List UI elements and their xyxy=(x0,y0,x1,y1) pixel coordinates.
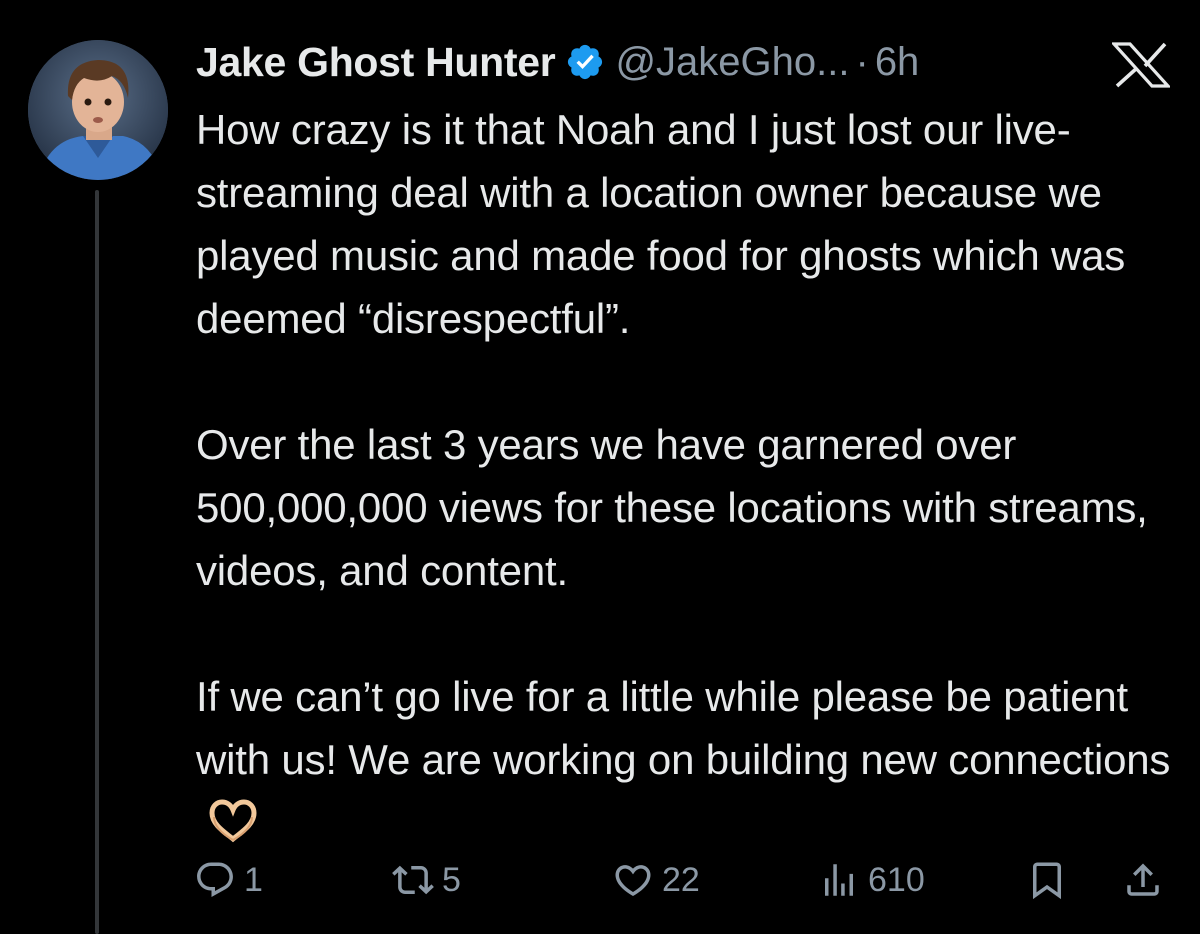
tweet-paragraph-3: If we can’t go live for a little while p… xyxy=(196,673,1171,783)
thread-line xyxy=(95,190,99,934)
x-logo-icon xyxy=(1110,42,1172,88)
bookmark-icon xyxy=(1026,859,1068,901)
bookmark-button[interactable] xyxy=(1026,850,1068,910)
tweet-paragraph-1: How crazy is it that Noah and I just los… xyxy=(196,106,1126,342)
handle[interactable]: @JakeGho... xyxy=(615,40,849,85)
reply-count: 1 xyxy=(244,860,263,899)
verified-badge-icon xyxy=(565,42,605,82)
heart-icon xyxy=(612,859,654,901)
separator-dot: · xyxy=(855,39,869,84)
action-bar: 1 5 22 610 xyxy=(0,850,1200,910)
profile-photo-icon xyxy=(28,40,168,180)
avatar[interactable] xyxy=(28,40,168,180)
like-button[interactable]: 22 xyxy=(612,850,700,910)
tweet: Jake Ghost Hunter @JakeGho... · 6h How c… xyxy=(0,0,1200,934)
views-button[interactable]: 610 xyxy=(818,850,925,910)
tweet-paragraph-3-wrap: If we can’t go live for a little while p… xyxy=(196,665,1186,854)
views-icon xyxy=(818,859,860,901)
retweet-button[interactable]: 5 xyxy=(392,850,461,910)
reply-icon xyxy=(194,859,236,901)
heart-hands-emoji-icon xyxy=(208,797,258,843)
views-count: 610 xyxy=(868,860,925,899)
tweet-text: How crazy is it that Noah and I just los… xyxy=(196,98,1186,854)
share-icon xyxy=(1122,859,1164,901)
tweet-header: Jake Ghost Hunter @JakeGho... · 6h xyxy=(196,38,919,86)
retweet-count: 5 xyxy=(442,860,461,899)
display-name[interactable]: Jake Ghost Hunter xyxy=(196,39,556,86)
timestamp[interactable]: 6h xyxy=(875,40,920,85)
retweet-icon xyxy=(392,859,434,901)
share-button[interactable] xyxy=(1122,850,1164,910)
like-count: 22 xyxy=(662,860,700,899)
reply-button[interactable]: 1 xyxy=(194,850,263,910)
tweet-paragraph-2: Over the last 3 years we have garnered o… xyxy=(196,421,1148,594)
